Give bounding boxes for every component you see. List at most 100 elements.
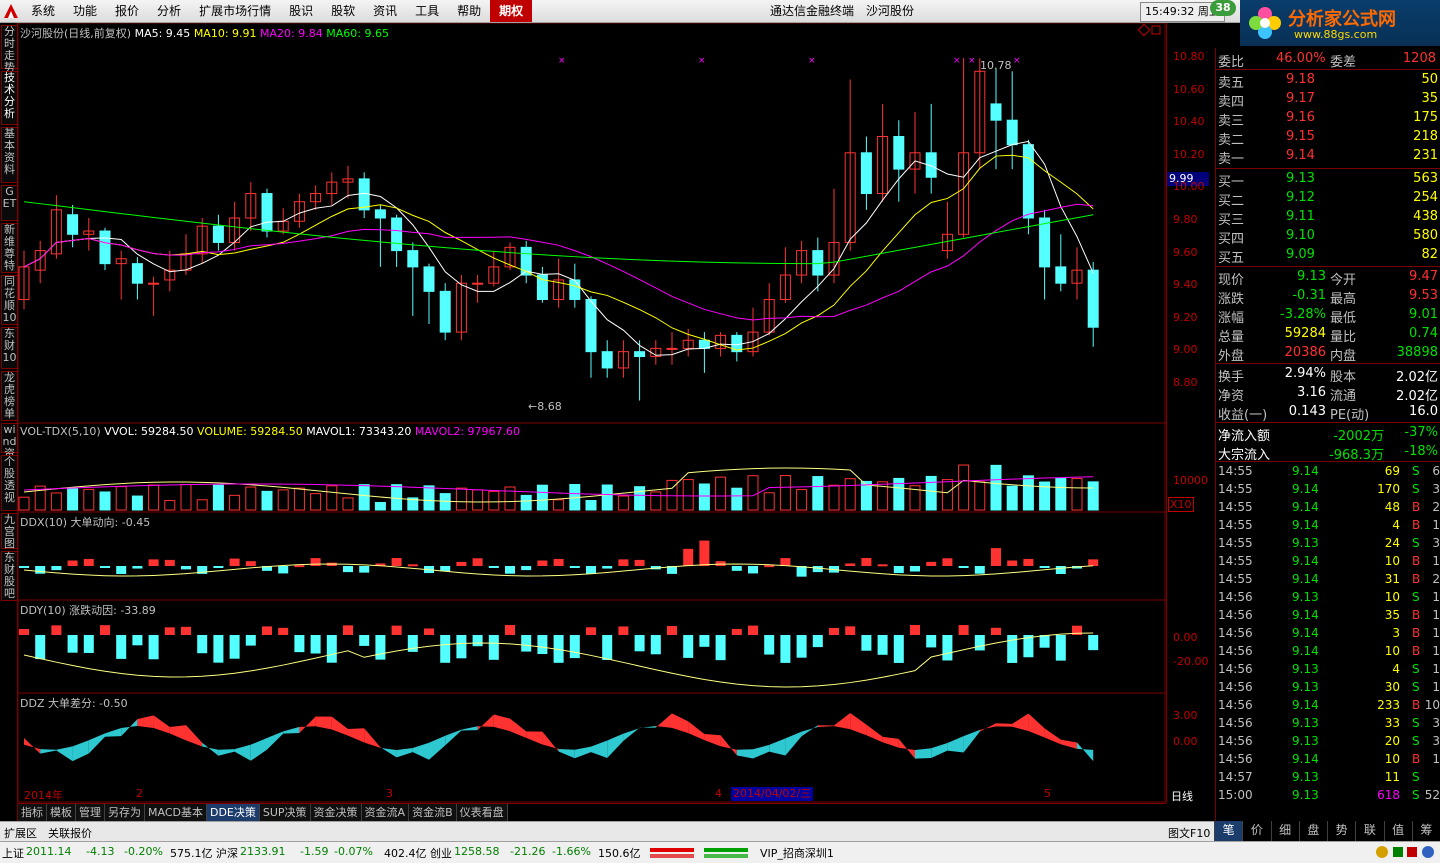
menu-item-3[interactable]: 分析 (148, 0, 190, 22)
quote-cell: 438 (1413, 209, 1438, 224)
quote-cell: 买一 (1218, 175, 1245, 190)
ddz-area (461, 726, 478, 731)
sidebar-tab-7[interactable]: 龙虎榜单 (1, 371, 18, 421)
f10-tab[interactable]: 图文F10 (1168, 825, 1210, 841)
ddz-area (218, 749, 235, 756)
x-label-mar: 3 (386, 787, 393, 800)
ddy-bar (35, 635, 46, 660)
menu-item-0[interactable]: 系统 (22, 0, 64, 22)
indicator-tab-9[interactable]: 资金流B (409, 804, 457, 822)
sidebar-tab-1[interactable]: 技术分析 (1, 71, 18, 125)
price-axis-label: 10.80 (1173, 50, 1205, 63)
indicator-tab-5[interactable]: DDE决策 (206, 804, 260, 822)
quote-panel: 委比 46.00% 委差 1208 卖五 9.18 50 卖四 9.17 35 卖三 9.16 175 卖… (1215, 48, 1440, 823)
menu-item-9[interactable]: 帮助 (448, 0, 490, 22)
ddz-area (979, 723, 996, 732)
quote-cell: 9.53 (1409, 288, 1438, 303)
menu-item-6[interactable]: 股软 (322, 0, 364, 22)
ddx-bar (213, 566, 224, 568)
menu-item-5[interactable]: 股识 (280, 0, 322, 22)
menu-item-1[interactable]: 功能 (64, 0, 106, 22)
right-tab-7[interactable]: 筹 (1411, 821, 1440, 841)
candle-body (569, 279, 581, 301)
ma5-label: MA5: 9.45 (134, 27, 191, 40)
tick-volume: 69 (1384, 464, 1400, 478)
vol-unit-label: X10 (1168, 497, 1194, 512)
ddx-bar (181, 566, 191, 570)
market-meter-icon (650, 848, 748, 858)
ddx-bar (148, 559, 159, 566)
sidebar-tab-4[interactable]: 新维尊特 (1, 223, 18, 273)
sidebar-tab-9[interactable]: 个股透视 (1, 455, 18, 511)
right-tab-5[interactable]: 联 (1355, 821, 1383, 841)
ddy-bar (391, 625, 402, 635)
notify-badge[interactable]: 38 (1210, 0, 1236, 16)
ddx-bar (359, 566, 370, 573)
sidebar-tab-11[interactable]: 东财股吧 (1, 551, 18, 601)
low-price-label: ←8.68 (528, 400, 562, 413)
indicator-tab-7[interactable]: 资金决策 (310, 804, 362, 822)
candle-body (536, 274, 548, 301)
volume-bar (1006, 485, 1018, 511)
ddx-bar (229, 558, 240, 566)
vol-axis-label: 10000 (1173, 474, 1208, 487)
ddz-area (234, 744, 251, 761)
tick-side: S (1412, 590, 1420, 604)
quote-cell: 最低 (1330, 311, 1357, 326)
divider (1216, 266, 1440, 267)
right-tab-0[interactable]: 笔 (1214, 821, 1243, 841)
tick-price: 9.14 (1292, 518, 1319, 532)
candles (18, 58, 1099, 401)
ddy-bar (650, 635, 661, 655)
candle-body (1022, 144, 1034, 219)
menu-item-2[interactable]: 报价 (106, 0, 148, 22)
sidebar-tab-8[interactable]: wind资讯 (1, 423, 18, 472)
candle-body (1006, 119, 1018, 146)
volume-bar (1022, 475, 1034, 511)
volume-bar (585, 500, 597, 511)
ask-row-3: 卖二 9.15 218 (1216, 128, 1440, 148)
right-tab-1[interactable]: 价 (1242, 821, 1270, 841)
cy-change: -21.26 (510, 845, 546, 858)
tick-row: 14:56 9.13 30 S 1 (1216, 679, 1440, 697)
volume-bar (828, 484, 840, 511)
quote-cell: 今开 (1330, 273, 1357, 288)
sidebar-tab-0[interactable]: 分时走势 (1, 25, 18, 74)
right-tab-6[interactable]: 值 (1383, 821, 1412, 841)
tick-time: 14:55 (1218, 536, 1253, 550)
indicator-tab-3[interactable]: 另存为 (105, 804, 145, 822)
tick-time: 14:56 (1218, 698, 1253, 712)
indicator-tab-6[interactable]: SUP决策 (259, 804, 311, 822)
indicator-tab-0[interactable]: 指标 (18, 804, 47, 822)
kline-chart[interactable]: 10.78 ←8.68 × × × × × × (18, 23, 1166, 803)
indicator-tab-2[interactable]: 管理 (76, 804, 105, 822)
menu-item-options[interactable]: 期权 (490, 0, 533, 22)
menu-item-8[interactable]: 工具 (406, 0, 448, 22)
menu-item-7[interactable]: 资讯 (364, 0, 406, 22)
indicator-tab-8[interactable]: 资金流A (361, 804, 410, 822)
indicator-tab-1[interactable]: 模板 (47, 804, 76, 822)
sidebar-tab-5[interactable]: 同花顺10 (1, 275, 18, 325)
sidebar-tab-2[interactable]: 基本资料 (1, 127, 18, 183)
ext-area-tab[interactable]: 扩展区 (4, 825, 37, 841)
quote-cell: 外盘 (1218, 349, 1245, 364)
related-quote-tab[interactable]: 关联报价 (48, 825, 92, 841)
right-tab-4[interactable]: 势 (1327, 821, 1355, 841)
indicator-tab-10[interactable]: 仪表看盘 (456, 804, 508, 822)
tick-volume: 4 (1392, 518, 1400, 532)
ddz-area (704, 733, 721, 747)
ddx-bar (569, 566, 580, 568)
ddx-bar (748, 566, 758, 574)
right-tab-2[interactable]: 细 (1270, 821, 1299, 841)
ddx-bar (812, 566, 823, 573)
bid-row-1: 买二 9.12 254 (1216, 189, 1440, 209)
menu-item-4[interactable]: 扩展市场行情 (190, 0, 280, 22)
sidebar-tab-6[interactable]: 东财10 (1, 327, 18, 369)
stat-row-1: 涨跌 -0.31 最高 9.53 (1216, 287, 1440, 307)
period-label[interactable]: 日线 (1171, 788, 1193, 804)
right-tab-3[interactable]: 盘 (1298, 821, 1327, 841)
indicator-tab-4[interactable]: MACD基本 (145, 804, 207, 822)
sidebar-tab-3[interactable]: GET (1, 185, 18, 221)
quote-cell: 总量 (1218, 330, 1245, 345)
sidebar-tab-10[interactable]: 九宫图 (1, 513, 18, 550)
